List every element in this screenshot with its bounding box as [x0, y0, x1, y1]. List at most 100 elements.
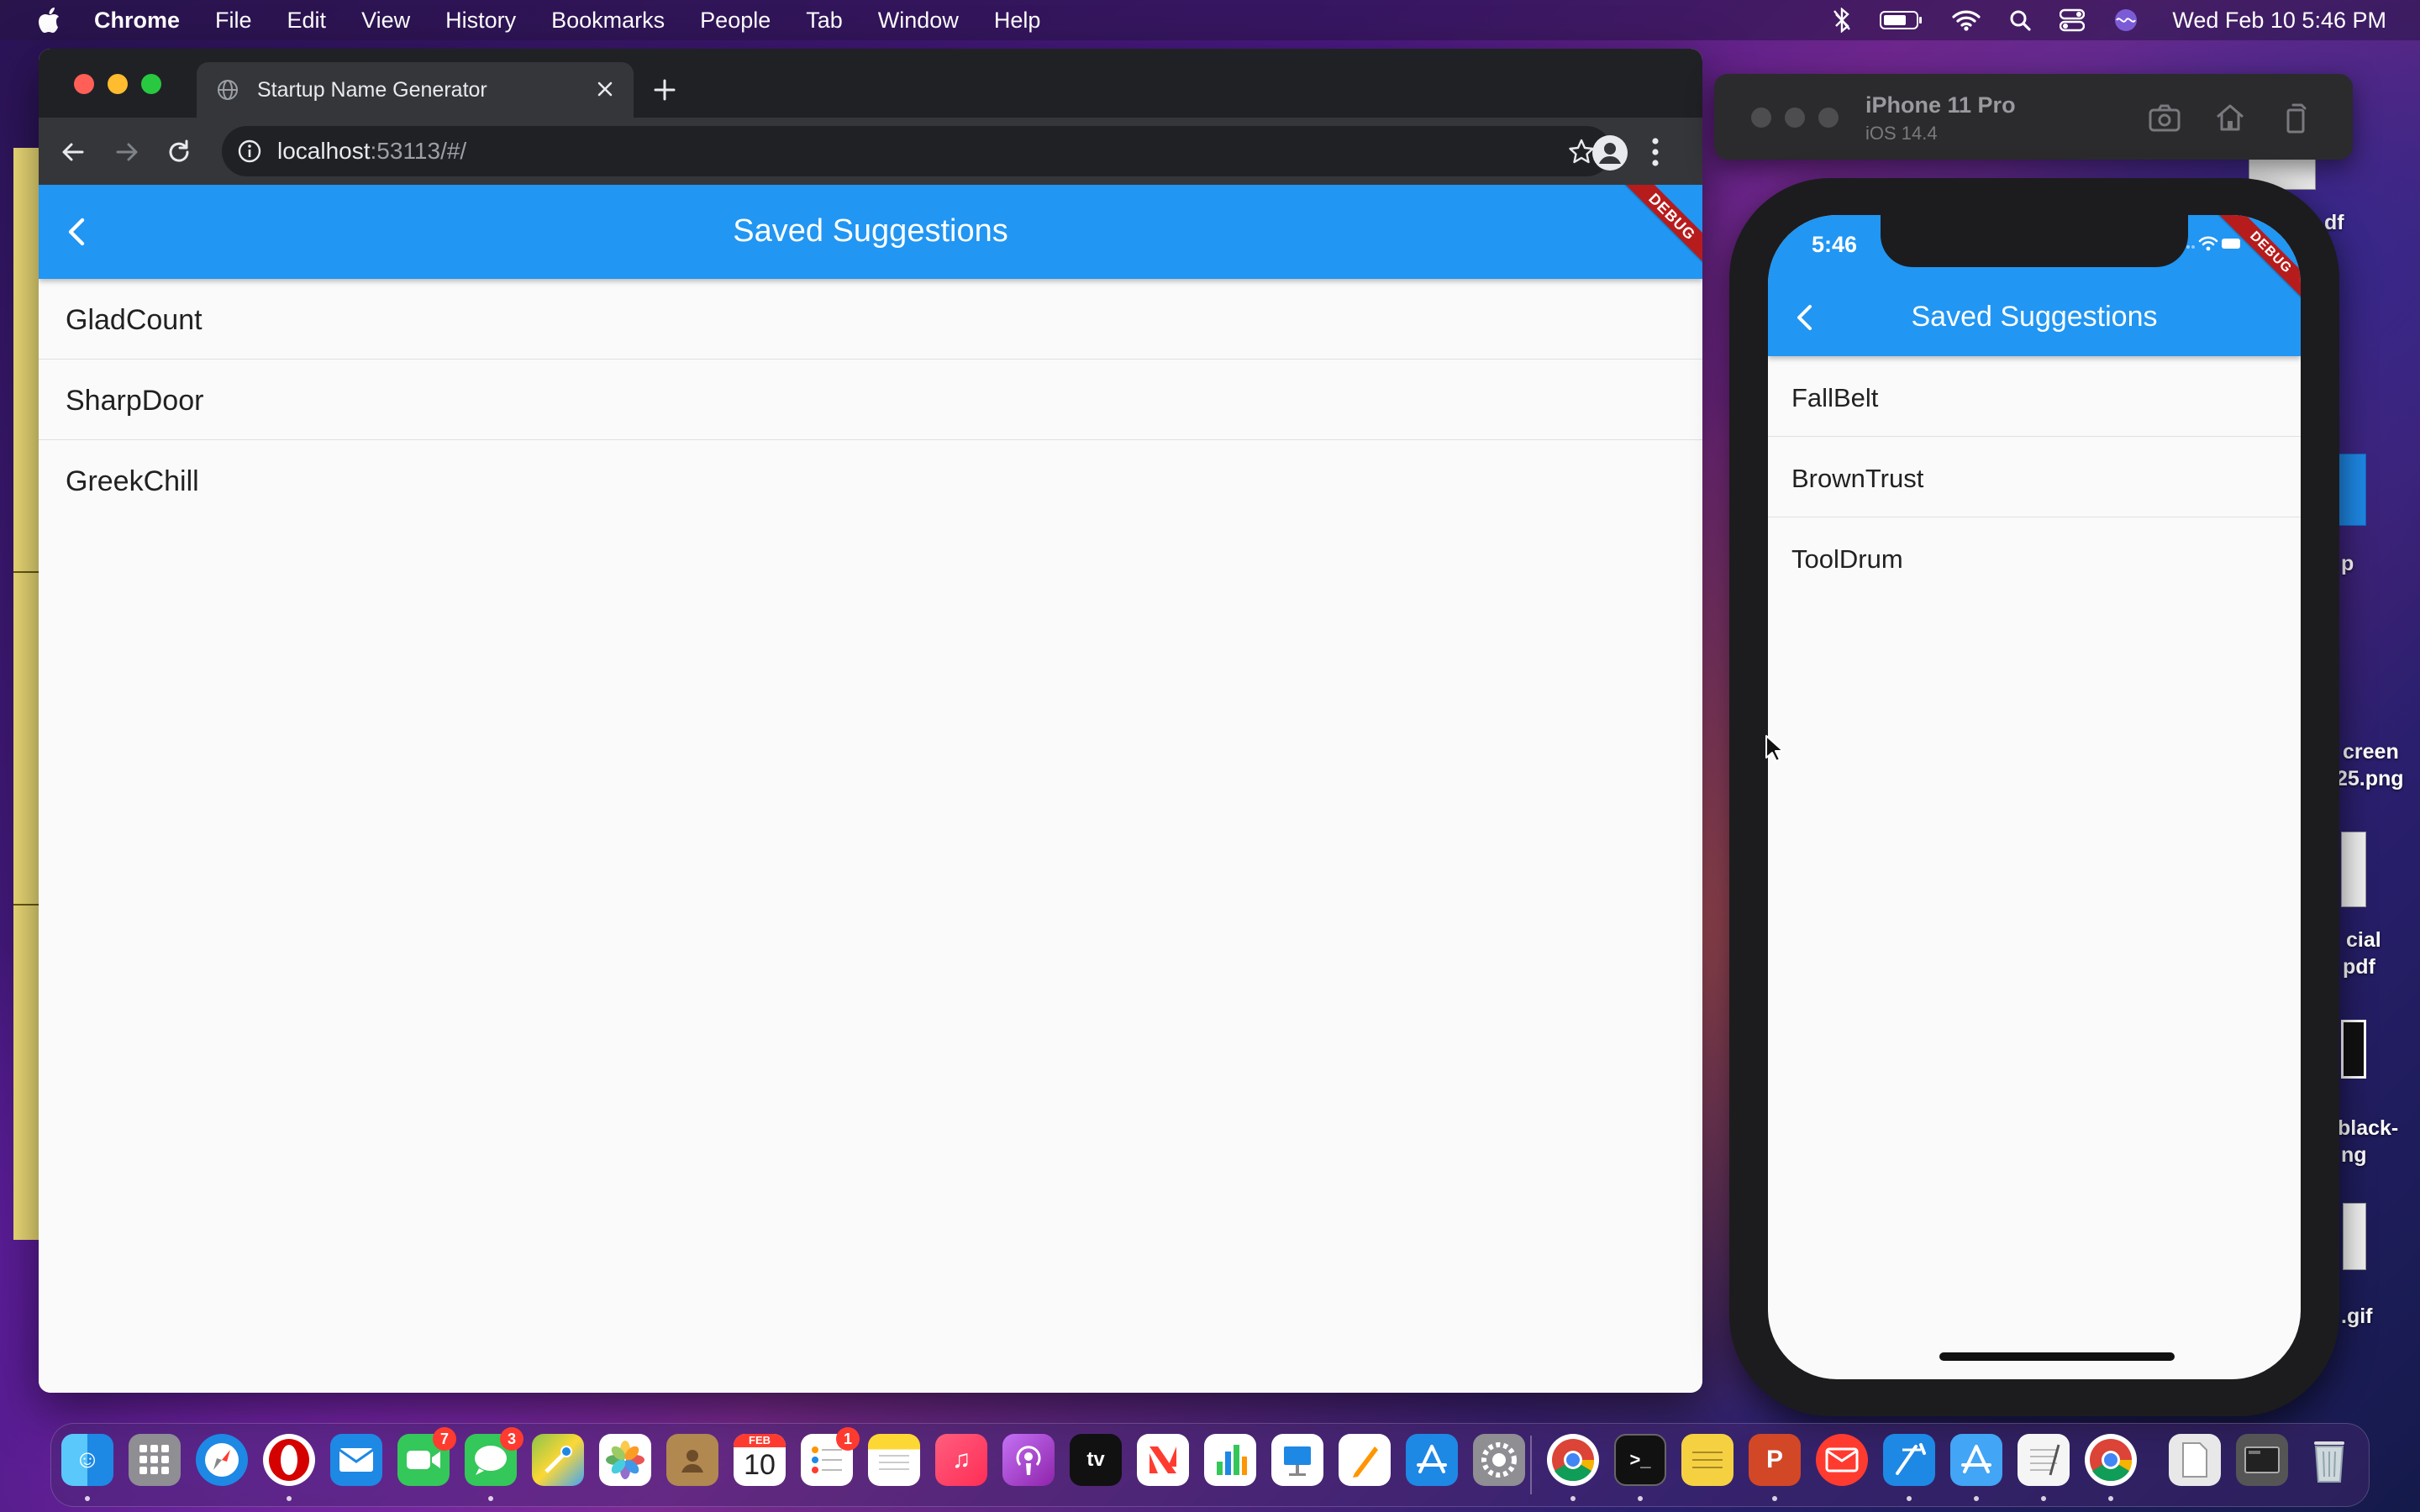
menu-help[interactable]: Help [994, 8, 1041, 34]
simulator-close-button[interactable] [1751, 108, 1771, 128]
zoom-window-button[interactable] [141, 74, 161, 94]
close-window-button[interactable] [74, 74, 94, 94]
desktop-file-thumbnail[interactable] [2341, 832, 2366, 907]
simulator-minimize-button[interactable] [1785, 108, 1805, 128]
desktop-file-label[interactable]: .gif [2341, 1304, 2373, 1329]
opera-icon[interactable] [263, 1434, 315, 1486]
terminal-icon[interactable]: >_ [1614, 1434, 1666, 1486]
saved-suggestion-item[interactable]: SharpDoor [39, 360, 1702, 440]
textedit-icon[interactable] [2018, 1434, 2070, 1486]
screenshots-folder-icon[interactable] [2236, 1434, 2288, 1486]
documents-folder-icon[interactable] [2169, 1434, 2221, 1486]
desktop-file-label[interactable]: pdf [2343, 954, 2375, 979]
url-path: :53113/#/ [370, 138, 467, 164]
more-options-icon[interactable] [1650, 136, 1660, 168]
keynote-icon[interactable] [1271, 1434, 1323, 1486]
tv-icon[interactable]: tv [1070, 1434, 1122, 1486]
desktop-file-label[interactable]: creen [2343, 739, 2399, 764]
menu-edit[interactable]: Edit [287, 8, 327, 34]
document-divider [13, 904, 42, 906]
safari-icon[interactable] [196, 1434, 248, 1486]
pages-icon[interactable] [1339, 1434, 1391, 1486]
screenshot-camera-icon[interactable] [2148, 101, 2181, 134]
system-preferences-icon[interactable] [1473, 1434, 1525, 1486]
running-indicator [488, 1496, 493, 1501]
menu-app-name[interactable]: Chrome [94, 8, 180, 34]
saved-suggestion-item[interactable]: FallBelt [1768, 356, 2301, 437]
siri-icon[interactable] [2113, 8, 2139, 33]
spotlight-search-icon[interactable] [2009, 9, 2031, 31]
xcode-icon[interactable] [1883, 1434, 1935, 1486]
maps-icon[interactable] [532, 1434, 584, 1486]
powerpoint-icon[interactable]: P [1749, 1434, 1801, 1486]
stickies-icon[interactable] [1681, 1434, 1733, 1486]
site-info-icon[interactable] [237, 139, 262, 164]
back-arrow-icon[interactable] [59, 138, 87, 166]
reminders-icon[interactable]: 1 [801, 1427, 860, 1486]
menu-window[interactable]: Window [878, 8, 959, 34]
desktop-file-label[interactable]: ng [2341, 1142, 2367, 1168]
photos-icon[interactable] [599, 1434, 651, 1486]
calendar-icon[interactable]: FEB 10 [734, 1434, 786, 1486]
forward-arrow-icon[interactable] [113, 138, 141, 166]
desktop-file-label[interactable]: p [2341, 551, 2354, 576]
news-icon[interactable] [1137, 1434, 1189, 1486]
chrome-canary-icon[interactable] [2085, 1434, 2137, 1486]
running-indicator [1974, 1496, 1979, 1501]
saved-suggestion-item[interactable]: BrownTrust [1768, 437, 2301, 517]
desktop-file-thumbnail[interactable] [2341, 1020, 2366, 1079]
saved-suggestion-item[interactable]: GreekChill [39, 440, 1702, 521]
notes-icon[interactable] [868, 1434, 920, 1486]
trash-icon[interactable] [2303, 1434, 2355, 1486]
desktop-file-label[interactable]: 25.png [2336, 766, 2404, 791]
desktop-file-label[interactable]: cial [2346, 927, 2381, 953]
url-host: localhost [277, 138, 371, 164]
mail-icon[interactable] [330, 1434, 382, 1486]
new-tab-icon[interactable] [652, 77, 677, 102]
wifi-icon[interactable] [1952, 8, 1981, 32]
menu-history[interactable]: History [445, 8, 516, 34]
numbers-icon[interactable] [1204, 1434, 1256, 1486]
contacts-icon[interactable] [666, 1434, 718, 1486]
bluetooth-off-icon[interactable] [1833, 8, 1851, 33]
menu-bookmarks[interactable]: Bookmarks [551, 8, 665, 34]
menu-people[interactable]: People [700, 8, 771, 34]
chrome-window: Startup Name Generator localhost:53113/#… [39, 49, 1702, 1393]
desktop-file-thumbnail[interactable] [2343, 1203, 2366, 1270]
menu-view[interactable]: View [361, 8, 410, 34]
minimize-window-button[interactable] [108, 74, 128, 94]
battery-icon[interactable] [1880, 9, 1923, 31]
menu-clock[interactable]: Wed Feb 10 5:46 PM [2172, 8, 2386, 34]
menu-tab[interactable]: Tab [806, 8, 843, 34]
menu-file[interactable]: File [215, 8, 252, 34]
browser-tab[interactable]: Startup Name Generator [197, 62, 634, 118]
address-bar[interactable]: localhost:53113/#/ [222, 126, 1612, 176]
reload-icon[interactable] [165, 138, 193, 166]
app-store-icon[interactable] [1406, 1434, 1458, 1486]
profile-avatar-icon[interactable] [1591, 134, 1628, 171]
music-icon[interactable]: ♫ [935, 1434, 987, 1486]
simulator-icon[interactable] [1950, 1434, 2002, 1486]
podcasts-icon[interactable] [1002, 1434, 1055, 1486]
iphone-device-frame: 5:46 Saved Suggestions DEBUG FallBelt Br… [1729, 178, 2339, 1416]
saved-suggestion-item[interactable]: GladCount [39, 279, 1702, 360]
messages-icon[interactable]: 3 [465, 1427, 523, 1486]
control-center-icon[interactable] [2060, 8, 2086, 32]
launchpad-icon[interactable] [129, 1434, 181, 1486]
home-indicator[interactable] [1939, 1352, 2175, 1361]
running-indicator [287, 1496, 292, 1501]
airmail-icon[interactable] [1816, 1434, 1868, 1486]
close-tab-icon[interactable] [595, 79, 615, 99]
finder-icon[interactable]: ☺ [61, 1434, 113, 1486]
facetime-icon[interactable]: 7 [397, 1427, 456, 1486]
home-icon[interactable] [2213, 101, 2247, 134]
url-text[interactable]: localhost:53113/#/ [277, 138, 466, 165]
simulator-toolbar: iPhone 11 Pro iOS 14.4 [1714, 74, 2353, 160]
simulator-zoom-button[interactable] [1818, 108, 1839, 128]
apple-menu-icon[interactable] [37, 7, 60, 34]
rotate-device-icon[interactable] [2279, 101, 2312, 134]
chrome-icon[interactable] [1547, 1434, 1599, 1486]
saved-suggestion-item[interactable]: ToolDrum [1768, 517, 2301, 598]
suggestion-text: ToolDrum [1791, 544, 1903, 574]
desktop-file-label[interactable]: black- [2338, 1116, 2398, 1141]
